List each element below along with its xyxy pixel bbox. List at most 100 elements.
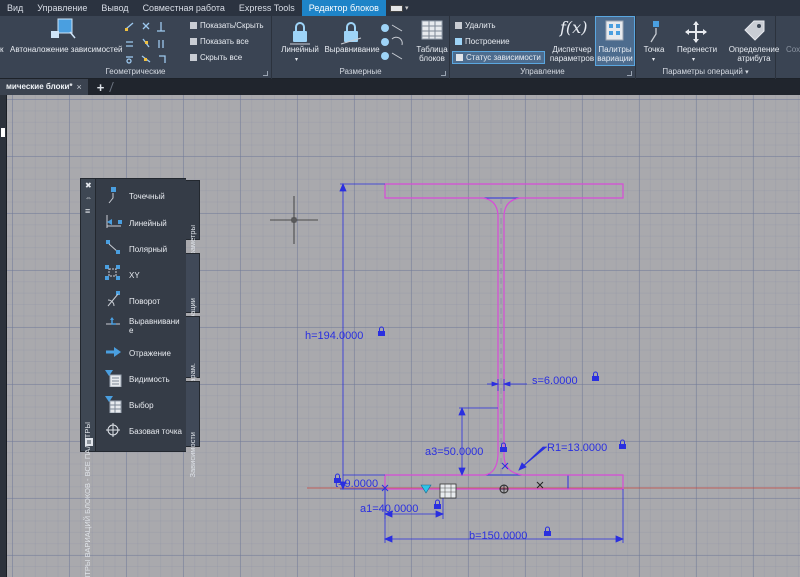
palette-item-alignment[interactable]: Выравнивани е	[96, 316, 186, 340]
palette-menu-icon[interactable]	[84, 437, 94, 447]
delete-constraints-button[interactable]: Удалить	[455, 21, 496, 30]
dim-b-label[interactable]: b=150.0000	[469, 530, 527, 542]
panel-action-parameters: Точка ▾ Перенести ▾ Определение атрибута…	[636, 16, 779, 79]
menu-tab-block-editor[interactable]: Редактор блоков	[301, 0, 386, 16]
new-tab-button[interactable]: +	[97, 80, 105, 95]
r1-dimension[interactable]	[518, 446, 547, 471]
move-action-icon	[685, 21, 707, 43]
tab-parameter-sets[interactable]: Наборы парам.	[186, 316, 200, 417]
menu-tab-collaborate[interactable]: Совместная работа	[136, 0, 232, 16]
dim-h-label[interactable]: h=194.0000	[305, 330, 363, 342]
auto-constrain-icon	[51, 18, 76, 39]
chevron-down-icon[interactable]: ▾	[652, 56, 655, 65]
show-all-button[interactable]: Показать все	[190, 37, 249, 46]
panel-title-geometric: Геометрические	[105, 67, 166, 76]
chevron-down-icon[interactable]: ▾	[692, 56, 695, 65]
top-flange-grip[interactable]	[384, 183, 624, 199]
basepoint-parameter-icon	[106, 423, 120, 437]
attribute-definition-button[interactable]: Определение	[724, 45, 784, 54]
geometric-constraints-icons[interactable]	[123, 20, 183, 72]
attribute-definition-line2: атрибута	[737, 54, 771, 63]
lock-icon	[592, 371, 599, 381]
dim-t-label[interactable]: t=9.0000	[335, 478, 378, 490]
ribbon-display-toggle[interactable]: ▾	[389, 3, 408, 13]
left-side-strip	[0, 95, 7, 577]
constraint-status-button[interactable]: Статус зависимости	[452, 51, 545, 64]
palette-properties-button[interactable]: ≡	[85, 207, 90, 216]
dim-a3-label[interactable]: a3=50.0000	[425, 446, 483, 458]
menu-tab-express-tools[interactable]: Express Tools	[232, 0, 302, 16]
menu-tab-manage[interactable]: Управление	[30, 0, 94, 16]
palette-item-xy[interactable]: XY	[96, 264, 186, 286]
save-block-button[interactable]: Сохр	[786, 45, 800, 54]
aligned-dim-button[interactable]: Выравнивание	[323, 45, 381, 54]
side-marker	[1, 128, 5, 137]
panel-launcher-icon[interactable]	[627, 71, 632, 76]
palette-close-button[interactable]: ✖	[85, 182, 92, 190]
palettes-label: Палитры	[598, 45, 632, 54]
lock-icon	[334, 473, 341, 483]
cut-button-label[interactable]: к	[0, 45, 4, 54]
panel-dimensional: Линейный ▾ Выравнивание Таблица блоков Р…	[272, 16, 450, 79]
hide-all-button[interactable]: Скрыть все	[190, 53, 242, 62]
parameters-manager-button[interactable]: Диспетчер	[547, 45, 597, 54]
menu-tab-view[interactable]: Вид	[0, 0, 30, 16]
a3-dimension[interactable]	[458, 406, 498, 477]
block-table-icon	[421, 20, 443, 40]
palette-item-flip[interactable]: Отражение	[96, 343, 186, 365]
tab-constraints[interactable]: Зависимости	[186, 381, 200, 478]
palette-item-basepoint[interactable]: Базовая точка	[96, 421, 186, 443]
show-hide-icon	[190, 22, 197, 29]
visibility-parameter-icon	[105, 370, 122, 387]
tab-actions[interactable]: Операции	[186, 253, 200, 333]
x-marker-icon	[381, 462, 544, 492]
linear-dim-button[interactable]: Линейный	[275, 45, 325, 54]
show-hide-button[interactable]: Показать/Скрыть	[190, 21, 264, 30]
panel-save-partial: Сохр	[776, 16, 800, 79]
palette-item-point[interactable]: Точечный	[96, 186, 186, 208]
panel-geometric: к Автоналожение зависимостей Показать/Ск…	[0, 16, 272, 79]
move-button[interactable]: Перенести	[672, 45, 722, 54]
menu-tab-output[interactable]: Вывод	[94, 0, 135, 16]
point-parameter-icon	[650, 21, 659, 43]
palette-item-polar[interactable]: Полярный	[96, 238, 186, 260]
dim-s-label[interactable]: s=6.0000	[532, 375, 578, 387]
panel-title-dimensional: Размерные	[339, 67, 382, 76]
palette-item-lookup[interactable]: Выбор	[96, 395, 186, 419]
construction-button[interactable]: Построение	[455, 37, 510, 46]
authoring-palettes-button[interactable]: Палитры вариации	[595, 16, 635, 66]
palette-title: ПАЛИТРЫ ВАРИАЦИЙ БЛОКОВ - ВСЕ ПАЛИТРЫ	[83, 422, 92, 577]
point-button[interactable]: Точка	[636, 45, 672, 54]
block-table-button-line2: блоков	[419, 54, 445, 63]
chevron-down-icon[interactable]: ▾	[745, 69, 749, 76]
panel-launcher-icon[interactable]	[441, 71, 446, 76]
auto-constrain-button[interactable]: Автоналожение зависимостей	[10, 45, 123, 54]
block-table-button[interactable]: Таблица	[414, 45, 450, 54]
s-dimension[interactable]	[487, 379, 527, 391]
status-icon	[456, 54, 463, 61]
tab-parameters[interactable]: Параметры	[186, 180, 200, 265]
crosshair-cursor	[270, 196, 318, 244]
linear-parameter-icon	[106, 215, 122, 228]
document-tab[interactable]: мические блоки* ×	[0, 79, 88, 95]
show-all-icon	[190, 38, 197, 45]
lookup-table-icon[interactable]	[439, 483, 457, 499]
dimensional-small-icons[interactable]	[380, 21, 410, 61]
attribute-definition-icon	[744, 20, 765, 41]
panel-launcher-icon[interactable]	[263, 71, 268, 76]
palette-title-bar[interactable]: ✖ ⇔ ≡ ПАЛИТРЫ ВАРИАЦИЙ БЛОКОВ - ВСЕ ПАЛИ…	[80, 178, 96, 577]
document-tabs: мические блоки* × +	[0, 79, 800, 95]
palette-item-linear[interactable]: Линейный	[96, 212, 186, 234]
lock-icon	[378, 326, 385, 336]
dim-a1-label[interactable]: a1=40.0000	[360, 503, 418, 515]
close-icon[interactable]: ×	[77, 79, 82, 95]
palette-item-rotation[interactable]: Поворот	[96, 290, 186, 312]
chevron-down-icon[interactable]: ▾	[295, 56, 298, 65]
palette-item-visibility[interactable]: Видимость	[96, 369, 186, 393]
delete-icon	[455, 22, 462, 29]
ribbon: к Автоналожение зависимостей Показать/Ск…	[0, 16, 800, 79]
dim-r1-label[interactable]: R1=13.0000	[547, 442, 607, 454]
basepoint-icon[interactable]	[499, 484, 509, 494]
parameters-manager-line2: параметров	[549, 54, 595, 63]
palette-autohide-button[interactable]: ⇔	[85, 195, 92, 203]
